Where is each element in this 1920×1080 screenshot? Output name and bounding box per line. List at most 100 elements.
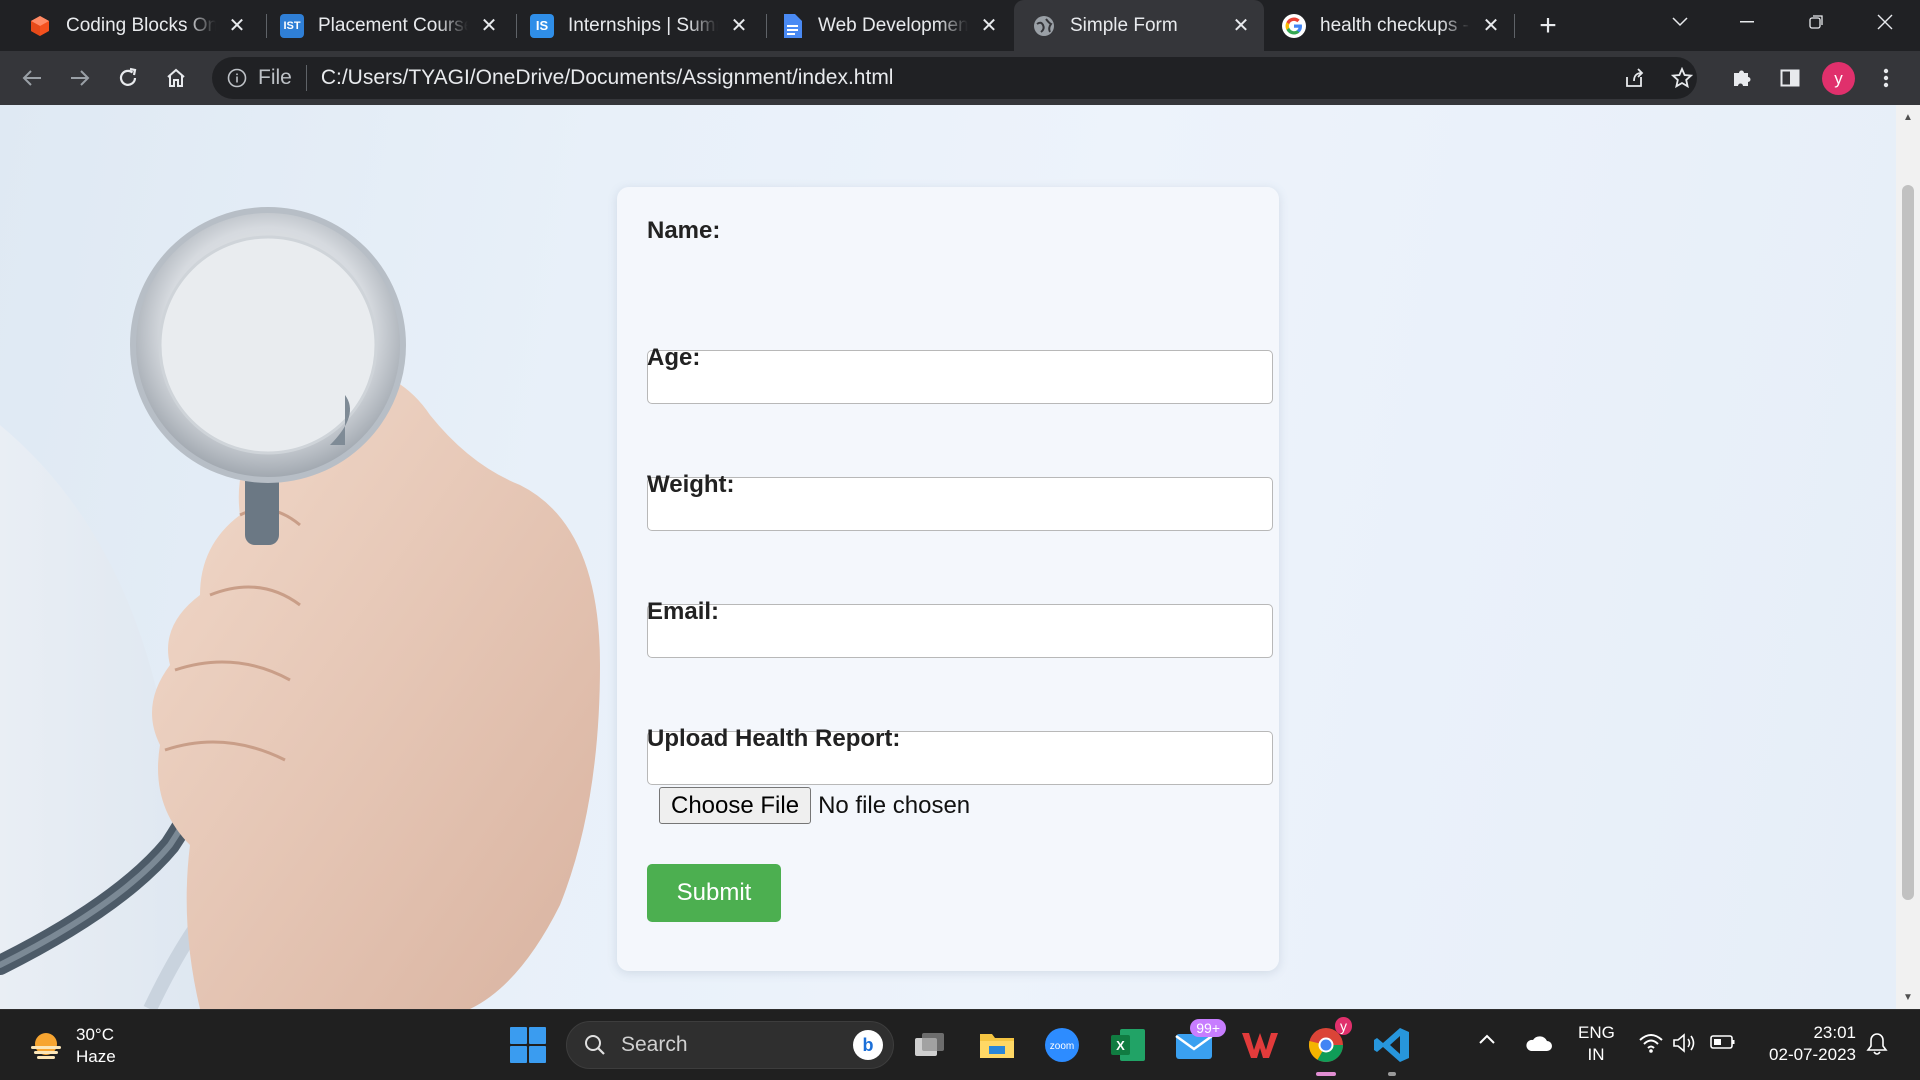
running-indicator <box>1316 1072 1336 1076</box>
onedrive-cloud-icon[interactable] <box>1524 1034 1552 1057</box>
tab-title: Coding Blocks Onli <box>66 14 216 36</box>
forward-button[interactable] <box>62 60 98 96</box>
chrome-app-icon[interactable]: y <box>1304 1017 1352 1076</box>
system-clock[interactable]: 23:01 02-07-2023 <box>1760 1022 1856 1066</box>
haze-sun-icon <box>31 1033 61 1059</box>
mail-app-icon[interactable]: 99+ <box>1172 1019 1226 1067</box>
page-scrollbar[interactable]: ▲ ▼ <box>1896 105 1920 1009</box>
name-label: Name: <box>647 217 721 244</box>
mail-notification-badge: 99+ <box>1190 1019 1226 1037</box>
scrollbar-thumb[interactable] <box>1902 185 1914 900</box>
name-input[interactable] <box>647 350 1273 404</box>
region-code: IN <box>1587 1045 1605 1064</box>
back-button[interactable] <box>14 60 50 96</box>
coding-blocks-cube-icon <box>28 14 52 38</box>
scroll-up-arrow-icon[interactable]: ▲ <box>1902 111 1914 123</box>
language-indicator[interactable]: ENG IN <box>1578 1022 1615 1066</box>
start-windows-icon[interactable] <box>510 1027 546 1063</box>
tab-title: Placement Courses <box>318 14 468 36</box>
weather-temperature: 30°C <box>76 1025 114 1044</box>
close-tab-icon[interactable]: ✕ <box>224 12 250 38</box>
submit-button[interactable]: Submit <box>647 864 781 922</box>
search-label: Search <box>621 1033 688 1056</box>
choose-file-button[interactable]: Choose File <box>659 787 812 824</box>
file-explorer-icon[interactable] <box>975 1023 1019 1067</box>
excel-app-icon[interactable]: X <box>1106 1023 1150 1067</box>
zoom-app-icon[interactable]: zoom <box>1040 1023 1084 1067</box>
google-g-icon <box>1282 13 1306 38</box>
search-icon <box>583 1033 607 1057</box>
language-code: ENG <box>1578 1023 1615 1042</box>
tab-strip: Coding Blocks Onli ✕ IST Placement Cours… <box>0 0 1920 51</box>
vscode-app-icon[interactable] <box>1370 1023 1414 1076</box>
close-tab-icon[interactable]: ✕ <box>976 12 1002 38</box>
chrome-menu-icon[interactable] <box>1868 60 1904 96</box>
site-info-icon[interactable] <box>226 67 248 89</box>
weather-condition: Haze <box>76 1047 116 1066</box>
close-tab-icon[interactable]: ✕ <box>726 12 752 38</box>
age-input[interactable] <box>647 477 1273 531</box>
extensions-puzzle-icon[interactable] <box>1724 60 1760 96</box>
age-label: Age: <box>647 344 701 371</box>
close-tab-icon[interactable]: ✕ <box>1228 12 1254 38</box>
bookmark-star-icon[interactable] <box>1664 60 1700 96</box>
url-scheme-label: File <box>258 66 292 89</box>
tab-search-chevron-icon[interactable] <box>1651 0 1709 44</box>
page-viewport: Name: Age: Weight: Email: Upload Health … <box>0 105 1896 1009</box>
minimize-button[interactable] <box>1718 0 1776 44</box>
upload-label: Upload Health Report: <box>647 725 901 752</box>
tab-title: Internships | Summ <box>568 14 718 36</box>
weight-label: Weight: <box>647 471 735 498</box>
tab-coding-blocks[interactable]: Coding Blocks Onli ✕ <box>10 0 260 51</box>
battery-icon[interactable] <box>1710 1034 1736 1055</box>
tab-web-development[interactable]: Web Development ✕ <box>762 0 1012 51</box>
globe-icon <box>1032 14 1056 38</box>
weather-widget[interactable]: 30°C Haze <box>28 1024 116 1068</box>
taskbar-search[interactable]: Search b <box>566 1021 894 1069</box>
tab-placement-courses[interactable]: IST Placement Courses ✕ <box>262 0 512 51</box>
close-tab-icon[interactable]: ✕ <box>1478 12 1504 38</box>
share-icon[interactable] <box>1616 60 1652 96</box>
url-text[interactable]: C:/Users/TYAGI/OneDrive/Documents/Assign… <box>321 66 894 90</box>
doctor-stethoscope-background-image <box>0 207 600 1009</box>
file-status-text: No file chosen <box>818 791 971 819</box>
scroll-down-arrow-icon[interactable]: ▼ <box>1902 991 1914 1003</box>
weight-input[interactable] <box>647 604 1273 658</box>
browser-toolbar: File C:/Users/TYAGI/OneDrive/Documents/A… <box>0 51 1920 105</box>
health-form-card: Name: Age: Weight: Email: Upload Health … <box>617 187 1279 971</box>
tab-title: health checkups - C <box>1320 14 1470 36</box>
running-indicator <box>1388 1072 1396 1076</box>
notifications-icon[interactable] <box>1866 1032 1888 1061</box>
close-window-button[interactable] <box>1856 0 1914 44</box>
new-tab-button[interactable]: + <box>1530 9 1566 42</box>
ist-logo-icon: IST <box>280 13 304 38</box>
profile-avatar[interactable]: y <box>1822 62 1855 95</box>
tab-simple-form[interactable]: Simple Form ✕ <box>1014 0 1264 51</box>
side-panel-icon[interactable] <box>1772 60 1808 96</box>
chrome-profile-badge: y <box>1335 1017 1352 1035</box>
tab-internships[interactable]: IS Internships | Summ ✕ <box>512 0 762 51</box>
volume-icon[interactable] <box>1672 1032 1698 1059</box>
reload-button[interactable] <box>110 60 146 96</box>
restore-button[interactable] <box>1787 0 1845 44</box>
svg-text:X: X <box>1116 1038 1125 1053</box>
tab-title: Simple Form <box>1070 14 1178 36</box>
tab-title: Web Development <box>818 14 968 36</box>
address-bar[interactable]: File C:/Users/TYAGI/OneDrive/Documents/A… <box>212 57 1697 99</box>
bing-chat-icon[interactable]: b <box>853 1030 883 1060</box>
is-logo-icon: IS <box>530 13 554 38</box>
clock-date: 02-07-2023 <box>1769 1045 1856 1064</box>
tab-health-checkups[interactable]: health checkups - C ✕ <box>1264 0 1514 51</box>
wifi-icon[interactable] <box>1638 1032 1664 1059</box>
email-label: Email: <box>647 598 720 625</box>
show-hidden-icons-chevron-icon[interactable] <box>1478 1032 1496 1050</box>
docs-icon <box>780 13 804 38</box>
clock-time: 23:01 <box>1813 1023 1856 1042</box>
windows-taskbar: 30°C Haze Search b zoom X 99+ y ENG IN 2… <box>0 1009 1920 1080</box>
task-view-icon[interactable] <box>908 1023 952 1067</box>
wps-office-icon[interactable] <box>1238 1023 1282 1067</box>
close-tab-icon[interactable]: ✕ <box>476 12 502 38</box>
address-divider <box>305 65 307 91</box>
home-button[interactable] <box>158 60 194 96</box>
svg-text:zoom: zoom <box>1050 1041 1074 1052</box>
